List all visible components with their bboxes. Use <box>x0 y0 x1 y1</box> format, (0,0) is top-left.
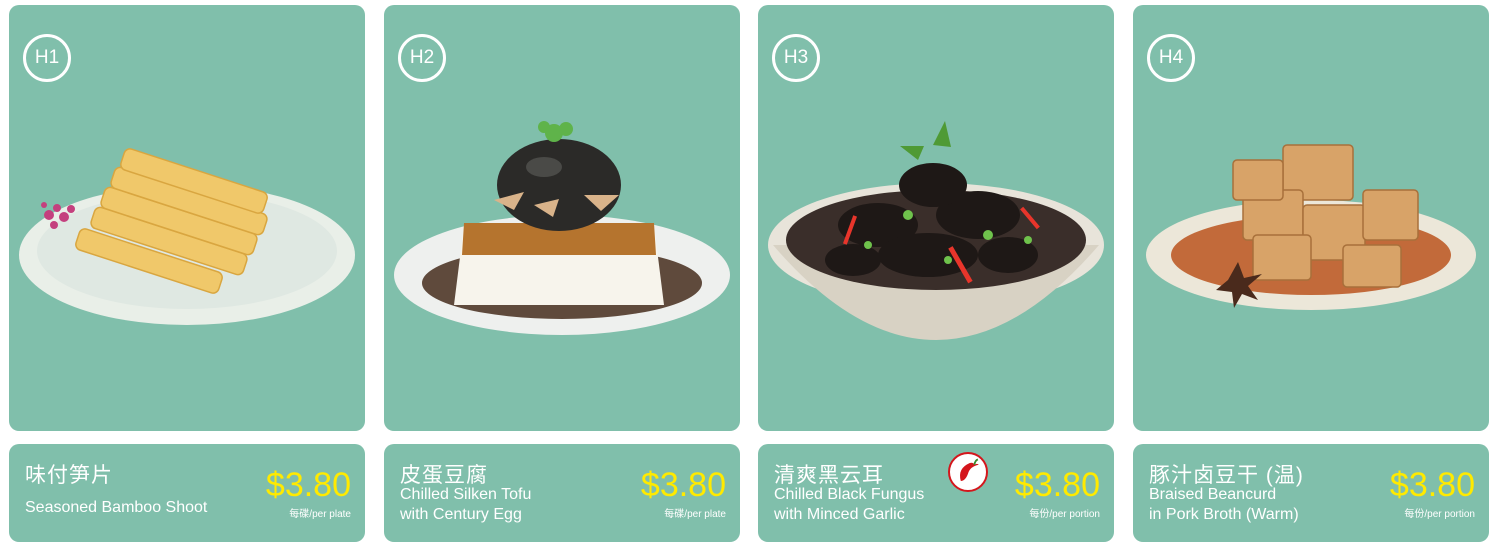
item-name-english-line2: with Century Egg <box>400 506 522 523</box>
item-price: $3.80 <box>1014 466 1100 504</box>
item-name-chinese: 豚汁卤豆干 (温) <box>1149 464 1304 487</box>
item-price: $3.80 <box>640 466 726 504</box>
item-name-chinese: 皮蛋豆腐 <box>400 464 488 487</box>
menu-item-h2-info-card[interactable]: 皮蛋豆腐 Chilled Silken Tofu with Century Eg… <box>384 444 740 542</box>
item-price-unit: 每碟/per plate <box>289 509 351 520</box>
menu-item-h1-image-card[interactable]: H1 <box>9 5 365 431</box>
item-price-unit: 每份/per portion <box>1404 509 1475 520</box>
menu-item-h2-image-card[interactable]: H2 <box>384 5 740 431</box>
chili-icon <box>948 452 988 492</box>
item-name-chinese: 清爽黑云耳 <box>774 464 884 487</box>
item-code-badge: H1 <box>23 34 71 82</box>
item-price-unit: 每份/per portion <box>1029 509 1100 520</box>
black-fungus-image <box>768 121 1104 340</box>
tofu-century-egg-image <box>394 121 730 335</box>
item-price-unit: 每碟/per plate <box>664 509 726 520</box>
menu-item-h3-info-card[interactable]: 清爽黑云耳 Chilled Black Fungus with Minced G… <box>758 444 1114 542</box>
item-name-chinese: 味付笋片 <box>25 464 113 487</box>
menu-item-h3-image-card[interactable]: H3 <box>758 5 1114 431</box>
bamboo-shoot-image <box>19 148 355 325</box>
item-name-english-line1: Braised Beancurd <box>1149 486 1277 503</box>
menu-item-h4-info-card[interactable]: 豚汁卤豆干 (温) Braised Beancurd in Pork Broth… <box>1133 444 1489 542</box>
item-name-english: Seasoned Bamboo Shoot <box>25 499 208 516</box>
braised-beancurd-image <box>1146 144 1476 310</box>
menu-item-h4-image-card[interactable]: H4 <box>1133 5 1489 431</box>
item-code-badge: H4 <box>1147 34 1195 82</box>
item-name-english-line2: in Pork Broth (Warm) <box>1149 506 1299 523</box>
item-price: $3.80 <box>265 466 351 504</box>
item-code-badge: H3 <box>772 34 820 82</box>
item-name-english-line2: with Minced Garlic <box>774 506 905 523</box>
item-name-english-line1: Chilled Silken Tofu <box>400 486 532 503</box>
item-price: $3.80 <box>1389 466 1475 504</box>
item-code-badge: H2 <box>398 34 446 82</box>
menu-item-h1-info-card[interactable]: 味付笋片 Seasoned Bamboo Shoot $3.80 每碟/per … <box>9 444 365 542</box>
